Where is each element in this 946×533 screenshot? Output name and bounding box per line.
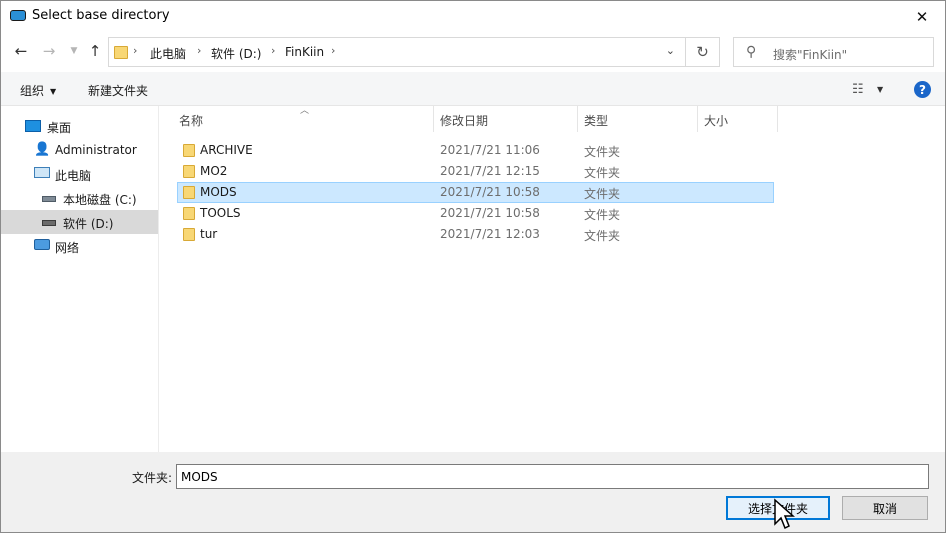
sidebar-item-label: 桌面 <box>47 121 72 135</box>
sidebar-item-drive-d[interactable]: 软件 (D:) <box>1 210 158 234</box>
navigation-bar: ← → ▼ ↑ › 此电脑 › 软件 (D:) › FinKiin › ⌄ ↻ … <box>1 32 945 72</box>
sidebar-item-this-pc[interactable]: 此电脑 <box>1 162 158 186</box>
breadcrumb-finkiin[interactable]: FinKiin <box>285 45 324 59</box>
file-name: MO2 <box>200 164 228 178</box>
network-icon <box>34 239 50 250</box>
chevron-right-icon[interactable]: › <box>331 44 335 57</box>
search-icon: ⚲ <box>746 44 757 60</box>
chevron-right-icon[interactable]: › <box>271 44 275 57</box>
file-list: ︿ 名称 修改日期 类型 大小 ARCHIVE 2021/7/21 11:06 … <box>160 106 945 452</box>
dialog-footer: 文件夹: 选择文件夹 取消 <box>1 452 945 532</box>
sidebar-item-label: Administrator <box>55 143 137 157</box>
sidebar-item-drive-c[interactable]: 本地磁盘 (C:) <box>1 186 158 210</box>
title-bar: Select base directory ✕ <box>1 1 945 32</box>
file-type: 文件夹 <box>584 187 621 201</box>
forward-button[interactable]: → <box>39 41 59 61</box>
file-row-tur[interactable]: tur 2021/7/21 12:03 文件夹 <box>177 224 774 245</box>
app-icon <box>10 10 26 21</box>
refresh-icon: ↻ <box>696 43 709 61</box>
drive-icon <box>42 196 56 202</box>
chevron-down-icon: ▼ <box>70 46 78 56</box>
column-divider[interactable] <box>433 106 434 132</box>
file-name: tur <box>200 227 218 241</box>
close-button[interactable]: ✕ <box>899 1 945 32</box>
chevron-right-icon[interactable]: › <box>197 44 201 57</box>
folder-icon <box>114 46 128 59</box>
file-name: ARCHIVE <box>200 143 253 157</box>
column-header-name[interactable]: 名称 <box>179 112 203 129</box>
sidebar-item-label: 本地磁盘 (C:) <box>63 193 137 207</box>
arrow-up-icon: ↑ <box>88 42 102 60</box>
folder-icon <box>183 144 195 157</box>
computer-icon <box>34 167 50 178</box>
mouse-cursor-icon <box>774 498 795 530</box>
sidebar-item-label: 此电脑 <box>55 169 92 183</box>
column-divider[interactable] <box>777 106 778 132</box>
file-type: 文件夹 <box>584 229 621 243</box>
folder-icon <box>183 228 195 241</box>
breadcrumb-drive-d[interactable]: 软件 (D:) <box>211 45 261 62</box>
desktop-icon <box>25 120 41 132</box>
view-options-icon[interactable]: ☷ <box>852 82 864 97</box>
user-icon: 👤 <box>34 142 51 157</box>
file-modified: 2021/7/21 10:58 <box>440 185 540 199</box>
arrow-right-icon: → <box>42 42 56 60</box>
sidebar-item-label: 网络 <box>55 241 80 255</box>
chevron-right-icon[interactable]: › <box>133 44 137 57</box>
recent-locations-button[interactable]: ▼ <box>64 41 84 61</box>
select-directory-dialog: Select base directory ✕ ← → ▼ ↑ › 此电脑 › … <box>0 0 946 533</box>
address-bar[interactable]: › 此电脑 › 软件 (D:) › FinKiin › ⌄ <box>108 37 686 67</box>
file-row-archive[interactable]: ARCHIVE 2021/7/21 11:06 文件夹 <box>177 140 774 161</box>
close-icon: ✕ <box>915 7 929 26</box>
file-modified: 2021/7/21 11:06 <box>440 143 540 157</box>
address-history-dropdown[interactable]: ⌄ <box>666 44 675 57</box>
column-header-type[interactable]: 类型 <box>584 112 608 129</box>
sidebar-item-administrator[interactable]: 👤 Administrator <box>1 138 158 162</box>
cancel-button[interactable]: 取消 <box>842 496 928 520</box>
file-row-mods[interactable]: MODS 2021/7/21 10:58 文件夹 <box>177 182 774 203</box>
file-modified: 2021/7/21 12:15 <box>440 164 540 178</box>
folder-icon <box>183 186 195 199</box>
file-type: 文件夹 <box>584 166 621 180</box>
caret-down-icon: ▼ <box>50 87 57 96</box>
file-type: 文件夹 <box>584 208 621 222</box>
back-button[interactable]: ← <box>11 41 31 61</box>
file-row-tools[interactable]: TOOLS 2021/7/21 10:58 文件夹 <box>177 203 774 224</box>
new-folder-button[interactable]: 新建文件夹 <box>88 82 148 99</box>
column-header-modified[interactable]: 修改日期 <box>440 112 488 129</box>
folder-icon <box>183 207 195 220</box>
organize-label: 组织 <box>20 84 45 98</box>
folder-field-label: 文件夹: <box>132 471 173 485</box>
sort-ascending-icon: ︿ <box>300 106 310 116</box>
search-placeholder: 搜索"FinKiin" <box>773 48 848 62</box>
caret-down-icon[interactable]: ▼ <box>877 85 883 94</box>
file-row-mo2[interactable]: MO2 2021/7/21 12:15 文件夹 <box>177 161 774 182</box>
sidebar-item-network[interactable]: 网络 <box>1 234 158 258</box>
folder-name-input[interactable] <box>176 464 929 489</box>
organize-menu[interactable]: 组织 ▼ <box>20 82 56 99</box>
help-icon[interactable]: ? <box>914 81 931 98</box>
sidebar-item-label: 软件 (D:) <box>63 217 114 231</box>
drive-icon <box>42 220 56 226</box>
window-title: Select base directory <box>32 8 170 23</box>
file-name: MODS <box>200 185 237 199</box>
command-bar: 组织 ▼ 新建文件夹 ☷ ▼ ? <box>1 72 945 106</box>
search-box[interactable]: ⚲ 搜索"FinKiin" <box>733 37 934 67</box>
folder-icon <box>183 165 195 178</box>
up-button[interactable]: ↑ <box>85 41 105 61</box>
file-name: TOOLS <box>200 206 241 220</box>
navigation-pane: 桌面 👤 Administrator 此电脑 本地磁盘 (C:) 软件 (D:)… <box>1 106 159 452</box>
arrow-left-icon: ← <box>14 42 28 60</box>
column-header-size[interactable]: 大小 <box>704 112 728 129</box>
column-divider[interactable] <box>577 106 578 132</box>
file-modified: 2021/7/21 10:58 <box>440 206 540 220</box>
breadcrumb-this-pc[interactable]: 此电脑 <box>150 45 186 62</box>
refresh-button[interactable]: ↻ <box>686 37 720 67</box>
column-divider[interactable] <box>697 106 698 132</box>
file-type: 文件夹 <box>584 145 621 159</box>
file-modified: 2021/7/21 12:03 <box>440 227 540 241</box>
sidebar-item-desktop[interactable]: 桌面 <box>1 114 158 138</box>
